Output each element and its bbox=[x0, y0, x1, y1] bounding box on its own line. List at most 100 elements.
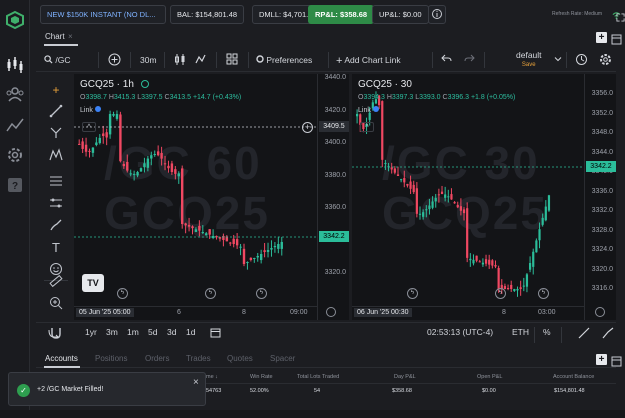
link-badge[interactable]: Link bbox=[80, 106, 101, 114]
y-axis-1h[interactable]: 3440.03420.03400.03380.03360.03340.03320… bbox=[317, 74, 349, 320]
symbol-search[interactable]: /GC bbox=[44, 53, 71, 67]
candle-body bbox=[422, 212, 425, 217]
toast-close-icon[interactable]: × bbox=[193, 377, 199, 388]
x-label-current: 05 Jun '25 05:00 bbox=[76, 308, 134, 317]
percent-toggle[interactable]: % bbox=[543, 327, 551, 337]
tab-chart[interactable]: Chart bbox=[45, 30, 65, 44]
panel-popout-icon[interactable] bbox=[611, 354, 622, 372]
tab-spacer[interactable]: Spacer bbox=[270, 354, 295, 363]
ohlc-readout: O3398.7 H3415.3 L3397.5 C3413.5 +14.7 (+… bbox=[80, 94, 242, 101]
event-bolt-icon[interactable]: ϟ bbox=[256, 288, 267, 299]
ruler-icon[interactable] bbox=[48, 274, 64, 290]
crosshair-icon[interactable]: + bbox=[48, 82, 64, 98]
add-alert-icon[interactable]: + bbox=[302, 122, 313, 133]
col-balance-header[interactable]: Account Balance bbox=[553, 374, 594, 380]
table-cell: $154,801.48 bbox=[554, 388, 585, 394]
symbol-title: GCQ25 · 1h bbox=[80, 79, 149, 90]
axis-settings-icon[interactable] bbox=[326, 307, 336, 317]
link-label: Link bbox=[80, 107, 93, 114]
x-axis-1h[interactable]: 05 Jun '25 05:00 6 8 09:00 bbox=[74, 306, 317, 320]
zoom-in-icon[interactable] bbox=[48, 296, 64, 312]
balance-badge: BAL: $154,801.48 bbox=[170, 5, 245, 24]
tab-trades[interactable]: Trades bbox=[186, 354, 211, 363]
event-bolt-icon[interactable]: ϟ bbox=[407, 288, 418, 299]
clock-label[interactable]: 02:53:13 (UTC-4) bbox=[427, 327, 493, 337]
analytics-icon[interactable] bbox=[5, 115, 25, 135]
text-tool-icon[interactable]: T bbox=[48, 240, 64, 256]
tab-accounts[interactable]: Accounts bbox=[45, 354, 78, 363]
chart-settings-gear-icon[interactable] bbox=[599, 53, 612, 67]
event-bolt-icon[interactable]: ϟ bbox=[117, 288, 128, 299]
last-price-tag: 3342.2 bbox=[319, 231, 349, 242]
brush-icon[interactable] bbox=[48, 218, 64, 234]
expand-icon[interactable] bbox=[608, 9, 625, 27]
col-open-pnl-header[interactable]: Open P&L bbox=[477, 374, 502, 380]
add-chart-link-button[interactable]: + Add Chart Link bbox=[336, 53, 401, 67]
chart-pane-1h[interactable]: /GC 60 GCQ25 GCQ25 · 1h O3398.7 H3415.3 … bbox=[74, 74, 349, 320]
candle-body bbox=[494, 264, 497, 267]
collapse-legend-icon[interactable]: ^ bbox=[360, 122, 374, 132]
col-day-pnl-header[interactable]: Day P&L bbox=[394, 374, 416, 380]
pattern-icon[interactable] bbox=[48, 148, 64, 164]
compare-icon[interactable] bbox=[602, 327, 614, 341]
app-logo-icon[interactable] bbox=[5, 10, 25, 30]
range-1d[interactable]: 1d bbox=[186, 327, 195, 337]
measure-icon[interactable] bbox=[48, 196, 64, 212]
preferences-button[interactable]: Preferences bbox=[256, 53, 312, 67]
add-symbol-icon[interactable] bbox=[108, 53, 121, 67]
chart-pane-30m[interactable]: /GC 30 GCQ25 GCQ25 · 30 O3394.3 H3397.3 … bbox=[352, 74, 616, 320]
x-axis-30m[interactable]: 06 Jun '25 00:30 8 03:00 bbox=[352, 306, 584, 320]
account-selector[interactable]: NEW $150K INSTANT (NO DL... bbox=[40, 5, 166, 24]
templates-icon[interactable] bbox=[226, 53, 238, 67]
fib-icon[interactable] bbox=[48, 174, 64, 190]
settings-gear-icon[interactable] bbox=[5, 145, 25, 165]
pitchfork-icon[interactable] bbox=[48, 126, 64, 142]
tradingview-logo: TV bbox=[82, 274, 104, 292]
indicators-icon[interactable] bbox=[194, 53, 207, 67]
range-3d[interactable]: 3d bbox=[167, 327, 176, 337]
candle-body bbox=[153, 154, 156, 156]
col-win-rate-header[interactable]: Win Rate bbox=[250, 374, 273, 380]
event-bolt-icon[interactable]: ϟ bbox=[205, 288, 216, 299]
candle-body bbox=[390, 167, 393, 170]
col-name-header[interactable]: me ↓ bbox=[206, 374, 218, 380]
date-range-icon[interactable] bbox=[210, 327, 221, 340]
interval-selector[interactable]: 30m bbox=[140, 53, 157, 67]
replay-icon[interactable] bbox=[575, 53, 588, 67]
session-label[interactable]: ETH bbox=[512, 327, 529, 337]
range-5d[interactable]: 5d bbox=[148, 327, 157, 337]
y-axis-30m[interactable]: 3356.03352.03348.03344.03340.03336.03332… bbox=[584, 74, 616, 320]
layout-selector[interactable]: default Save bbox=[516, 50, 542, 68]
chart-candles-icon[interactable] bbox=[5, 55, 25, 75]
link-badge[interactable]: Link bbox=[358, 106, 379, 114]
tab-quotes[interactable]: Quotes bbox=[227, 354, 253, 363]
event-bolt-icon[interactable]: ϟ bbox=[538, 288, 549, 299]
tab-close-icon[interactable]: × bbox=[68, 30, 73, 44]
search-icon bbox=[44, 55, 53, 64]
info-icon[interactable] bbox=[428, 5, 446, 24]
help-icon[interactable]: ? bbox=[5, 175, 25, 195]
axis-settings-icon[interactable] bbox=[595, 307, 605, 317]
candle-body bbox=[246, 262, 249, 263]
trendline-icon[interactable] bbox=[48, 104, 64, 120]
range-1yr[interactable]: 1yr bbox=[85, 327, 97, 337]
table-cell: $358.68 bbox=[392, 388, 412, 394]
users-icon[interactable] bbox=[5, 85, 25, 105]
collapse-legend-icon[interactable]: ^ bbox=[82, 122, 96, 132]
chart-type-icon[interactable] bbox=[174, 53, 186, 67]
event-bolt-icon[interactable]: ϟ bbox=[495, 288, 506, 299]
add-tab-icon[interactable]: + bbox=[596, 32, 607, 43]
col-lots-header[interactable]: Total Lots Traded bbox=[297, 374, 339, 380]
undo-icon[interactable] bbox=[441, 53, 452, 67]
tab-positions[interactable]: Positions bbox=[95, 354, 127, 363]
chevron-down-icon[interactable] bbox=[554, 53, 562, 67]
add-panel-tab-icon[interactable]: + bbox=[596, 354, 607, 365]
timezone-clock-icon[interactable] bbox=[48, 327, 59, 340]
range-1m[interactable]: 1m bbox=[127, 327, 139, 337]
redo-icon[interactable] bbox=[464, 53, 475, 67]
link-dot-icon bbox=[372, 106, 379, 112]
ohlc-readout: O3394.3 H3397.3 L3393.0 C3396.3 +1.8 (+0… bbox=[358, 94, 516, 101]
range-3m[interactable]: 3m bbox=[106, 327, 118, 337]
draw-line-icon[interactable] bbox=[578, 327, 590, 341]
tab-orders[interactable]: Orders bbox=[145, 354, 169, 363]
